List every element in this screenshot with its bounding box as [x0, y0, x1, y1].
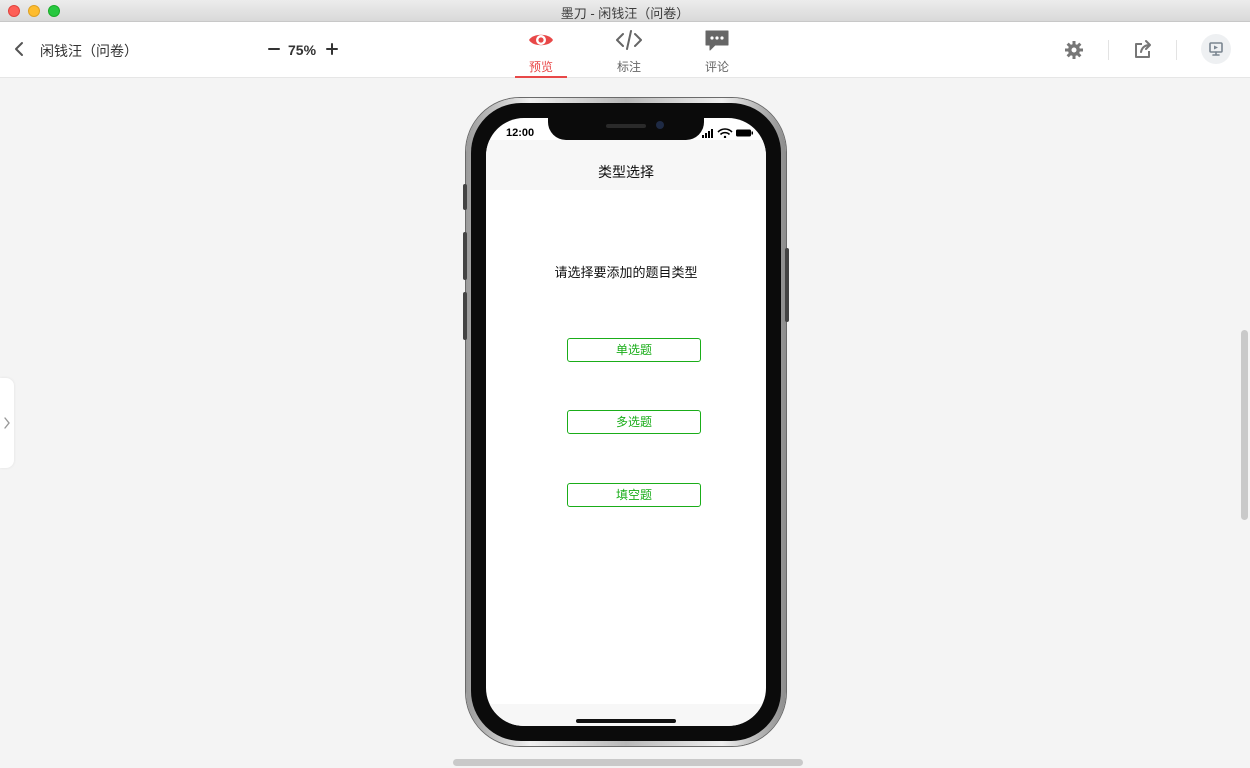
tab-comment-label: 评论 [704, 60, 729, 74]
gear-icon [1065, 41, 1083, 59]
battery-icon [736, 129, 753, 137]
horizontal-scrollbar[interactable] [453, 759, 803, 766]
chevron-left-icon [15, 42, 23, 56]
fill-blank-button[interactable]: 填空题 [567, 483, 701, 507]
window-title: 墨刀 - 闲钱汪（问卷） [560, 6, 690, 21]
speaker-grille [606, 124, 646, 128]
toolbar-divider [1176, 40, 1177, 60]
tab-annotate-label: 标注 [616, 60, 641, 74]
zoom-level: 75% [288, 42, 317, 58]
share-icon [1135, 40, 1151, 58]
volume-up-button [463, 232, 467, 280]
tab-comment[interactable]: 评论 [691, 28, 743, 78]
tab-preview[interactable]: 预览 [515, 28, 567, 78]
comment-icon [705, 30, 729, 51]
phone-screen: 12:00 类型选择 请选择要添加的题目类型 单选题 多选题 填空题 [486, 118, 766, 726]
tab-annotate[interactable]: 标注 [603, 28, 655, 78]
side-panel-toggle[interactable] [0, 378, 14, 468]
prompt-text: 请选择要添加的题目类型 [554, 265, 698, 280]
back-button[interactable] [12, 40, 28, 58]
single-choice-button[interactable]: 单选题 [567, 338, 701, 362]
power-button [785, 248, 789, 322]
toolbar-divider [1108, 40, 1109, 60]
zoom-out-button[interactable] [266, 38, 282, 60]
tab-preview-label: 预览 [528, 60, 553, 74]
home-indicator [576, 719, 676, 723]
phone-notch [548, 118, 704, 140]
app-window: 墨刀 - 闲钱汪（问卷） 闲钱汪（问卷） 75% 预览 标注 评论 12:00 … [0, 0, 1250, 768]
nav-bar: 类型选择 [486, 140, 766, 190]
toolbar: 闲钱汪（问卷） 75% 预览 标注 评论 [0, 22, 1250, 78]
zoom-in-button[interactable] [324, 38, 340, 60]
chevron-right-icon [4, 417, 10, 429]
vertical-scrollbar[interactable] [1241, 330, 1248, 520]
settings-button[interactable] [1062, 38, 1086, 62]
minus-icon [268, 48, 280, 50]
volume-down-button [463, 292, 467, 340]
status-time: 12:00 [506, 127, 535, 139]
project-name: 闲钱汪（问卷） [40, 43, 138, 59]
eye-icon [529, 34, 553, 46]
share-button[interactable] [1131, 38, 1155, 62]
status-icons [702, 128, 753, 138]
page-title: 类型选择 [598, 164, 654, 180]
code-icon [616, 30, 642, 50]
present-button[interactable] [1201, 34, 1231, 64]
plus-icon [326, 43, 338, 55]
mute-switch [463, 184, 467, 210]
wifi-icon [717, 128, 733, 138]
multi-choice-button[interactable]: 多选题 [567, 410, 701, 434]
title-bar: 墨刀 - 闲钱汪（问卷） [0, 0, 1250, 22]
camera-icon [656, 121, 664, 129]
signal-icon [702, 129, 713, 138]
presentation-icon [1209, 42, 1223, 56]
